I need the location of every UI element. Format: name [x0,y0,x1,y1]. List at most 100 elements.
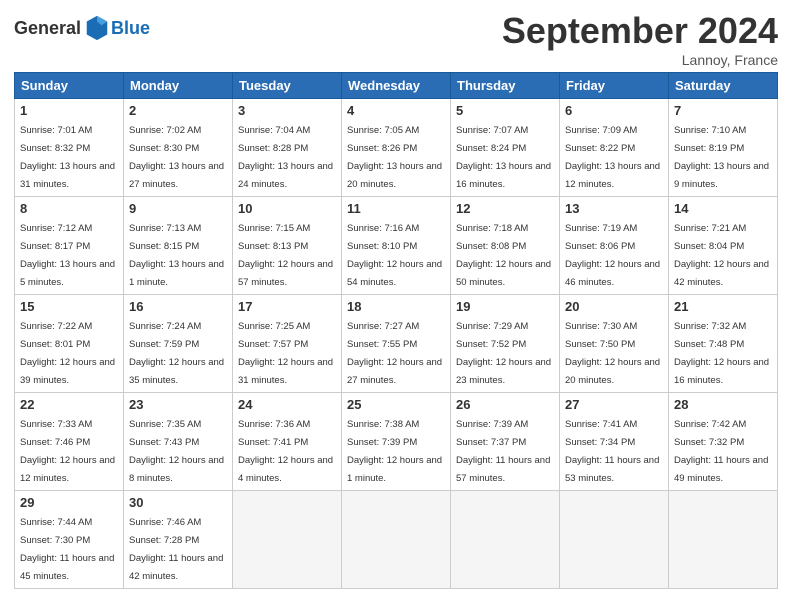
day-info: Sunrise: 7:21 AMSunset: 8:04 PMDaylight:… [674,223,769,288]
table-row: 7 Sunrise: 7:10 AMSunset: 8:19 PMDayligh… [669,99,778,197]
month-title: September 2024 [502,10,778,52]
day-number: 26 [456,397,554,412]
day-info: Sunrise: 7:24 AMSunset: 7:59 PMDaylight:… [129,321,224,386]
header-row: Sunday Monday Tuesday Wednesday Thursday… [15,73,778,99]
day-info: Sunrise: 7:10 AMSunset: 8:19 PMDaylight:… [674,125,769,190]
day-number: 18 [347,299,445,314]
day-number: 11 [347,201,445,216]
table-row: 25 Sunrise: 7:38 AMSunset: 7:39 PMDaylig… [342,393,451,491]
table-row [669,491,778,589]
day-info: Sunrise: 7:44 AMSunset: 7:30 PMDaylight:… [20,517,114,582]
day-info: Sunrise: 7:42 AMSunset: 7:32 PMDaylight:… [674,419,768,484]
day-number: 4 [347,103,445,118]
table-row [342,491,451,589]
table-row: 24 Sunrise: 7:36 AMSunset: 7:41 PMDaylig… [233,393,342,491]
day-number: 28 [674,397,772,412]
calendar-container: General Blue September 2024 Lannoy, Fran… [0,0,792,599]
day-number: 9 [129,201,227,216]
day-info: Sunrise: 7:36 AMSunset: 7:41 PMDaylight:… [238,419,333,484]
day-info: Sunrise: 7:13 AMSunset: 8:15 PMDaylight:… [129,223,224,288]
day-info: Sunrise: 7:15 AMSunset: 8:13 PMDaylight:… [238,223,333,288]
table-row: 1 Sunrise: 7:01 AMSunset: 8:32 PMDayligh… [15,99,124,197]
day-number: 10 [238,201,336,216]
table-row: 22 Sunrise: 7:33 AMSunset: 7:46 PMDaylig… [15,393,124,491]
day-number: 19 [456,299,554,314]
day-info: Sunrise: 7:22 AMSunset: 8:01 PMDaylight:… [20,321,115,386]
logo-icon [83,14,111,42]
title-block: September 2024 Lannoy, France [502,10,778,68]
day-info: Sunrise: 7:05 AMSunset: 8:26 PMDaylight:… [347,125,442,190]
day-info: Sunrise: 7:07 AMSunset: 8:24 PMDaylight:… [456,125,551,190]
day-number: 1 [20,103,118,118]
day-info: Sunrise: 7:41 AMSunset: 7:34 PMDaylight:… [565,419,659,484]
day-number: 30 [129,495,227,510]
day-number: 21 [674,299,772,314]
table-row: 27 Sunrise: 7:41 AMSunset: 7:34 PMDaylig… [560,393,669,491]
day-number: 8 [20,201,118,216]
table-row: 5 Sunrise: 7:07 AMSunset: 8:24 PMDayligh… [451,99,560,197]
table-row: 21 Sunrise: 7:32 AMSunset: 7:48 PMDaylig… [669,295,778,393]
day-number: 7 [674,103,772,118]
day-info: Sunrise: 7:33 AMSunset: 7:46 PMDaylight:… [20,419,115,484]
day-info: Sunrise: 7:04 AMSunset: 8:28 PMDaylight:… [238,125,333,190]
table-row: 12 Sunrise: 7:18 AMSunset: 8:08 PMDaylig… [451,197,560,295]
day-number: 12 [456,201,554,216]
day-info: Sunrise: 7:35 AMSunset: 7:43 PMDaylight:… [129,419,224,484]
day-number: 14 [674,201,772,216]
col-friday: Friday [560,73,669,99]
table-row: 29 Sunrise: 7:44 AMSunset: 7:30 PMDaylig… [15,491,124,589]
table-row: 13 Sunrise: 7:19 AMSunset: 8:06 PMDaylig… [560,197,669,295]
table-row [233,491,342,589]
day-number: 22 [20,397,118,412]
logo: General Blue [14,14,150,42]
day-info: Sunrise: 7:38 AMSunset: 7:39 PMDaylight:… [347,419,442,484]
day-info: Sunrise: 7:12 AMSunset: 8:17 PMDaylight:… [20,223,115,288]
table-row: 23 Sunrise: 7:35 AMSunset: 7:43 PMDaylig… [124,393,233,491]
table-row: 9 Sunrise: 7:13 AMSunset: 8:15 PMDayligh… [124,197,233,295]
day-number: 20 [565,299,663,314]
week-row-4: 22 Sunrise: 7:33 AMSunset: 7:46 PMDaylig… [15,393,778,491]
header: General Blue September 2024 Lannoy, Fran… [14,10,778,68]
day-number: 6 [565,103,663,118]
table-row: 2 Sunrise: 7:02 AMSunset: 8:30 PMDayligh… [124,99,233,197]
day-info: Sunrise: 7:18 AMSunset: 8:08 PMDaylight:… [456,223,551,288]
week-row-1: 1 Sunrise: 7:01 AMSunset: 8:32 PMDayligh… [15,99,778,197]
table-row: 18 Sunrise: 7:27 AMSunset: 7:55 PMDaylig… [342,295,451,393]
table-row: 30 Sunrise: 7:46 AMSunset: 7:28 PMDaylig… [124,491,233,589]
table-row: 8 Sunrise: 7:12 AMSunset: 8:17 PMDayligh… [15,197,124,295]
table-row: 26 Sunrise: 7:39 AMSunset: 7:37 PMDaylig… [451,393,560,491]
location: Lannoy, France [502,52,778,68]
day-info: Sunrise: 7:32 AMSunset: 7:48 PMDaylight:… [674,321,769,386]
col-tuesday: Tuesday [233,73,342,99]
table-row: 28 Sunrise: 7:42 AMSunset: 7:32 PMDaylig… [669,393,778,491]
table-row: 15 Sunrise: 7:22 AMSunset: 8:01 PMDaylig… [15,295,124,393]
table-row: 10 Sunrise: 7:15 AMSunset: 8:13 PMDaylig… [233,197,342,295]
table-row: 14 Sunrise: 7:21 AMSunset: 8:04 PMDaylig… [669,197,778,295]
day-number: 16 [129,299,227,314]
col-wednesday: Wednesday [342,73,451,99]
day-info: Sunrise: 7:29 AMSunset: 7:52 PMDaylight:… [456,321,551,386]
day-number: 25 [347,397,445,412]
day-number: 17 [238,299,336,314]
table-row: 4 Sunrise: 7:05 AMSunset: 8:26 PMDayligh… [342,99,451,197]
day-info: Sunrise: 7:19 AMSunset: 8:06 PMDaylight:… [565,223,660,288]
logo-blue: Blue [111,18,150,39]
day-info: Sunrise: 7:02 AMSunset: 8:30 PMDaylight:… [129,125,224,190]
table-row: 6 Sunrise: 7:09 AMSunset: 8:22 PMDayligh… [560,99,669,197]
day-info: Sunrise: 7:30 AMSunset: 7:50 PMDaylight:… [565,321,660,386]
day-info: Sunrise: 7:16 AMSunset: 8:10 PMDaylight:… [347,223,442,288]
table-row [560,491,669,589]
week-row-3: 15 Sunrise: 7:22 AMSunset: 8:01 PMDaylig… [15,295,778,393]
col-thursday: Thursday [451,73,560,99]
logo-general: General [14,18,81,39]
table-row: 16 Sunrise: 7:24 AMSunset: 7:59 PMDaylig… [124,295,233,393]
table-row: 20 Sunrise: 7:30 AMSunset: 7:50 PMDaylig… [560,295,669,393]
day-info: Sunrise: 7:25 AMSunset: 7:57 PMDaylight:… [238,321,333,386]
table-row: 19 Sunrise: 7:29 AMSunset: 7:52 PMDaylig… [451,295,560,393]
day-info: Sunrise: 7:09 AMSunset: 8:22 PMDaylight:… [565,125,660,190]
table-row [451,491,560,589]
week-row-2: 8 Sunrise: 7:12 AMSunset: 8:17 PMDayligh… [15,197,778,295]
day-info: Sunrise: 7:27 AMSunset: 7:55 PMDaylight:… [347,321,442,386]
col-saturday: Saturday [669,73,778,99]
day-number: 27 [565,397,663,412]
